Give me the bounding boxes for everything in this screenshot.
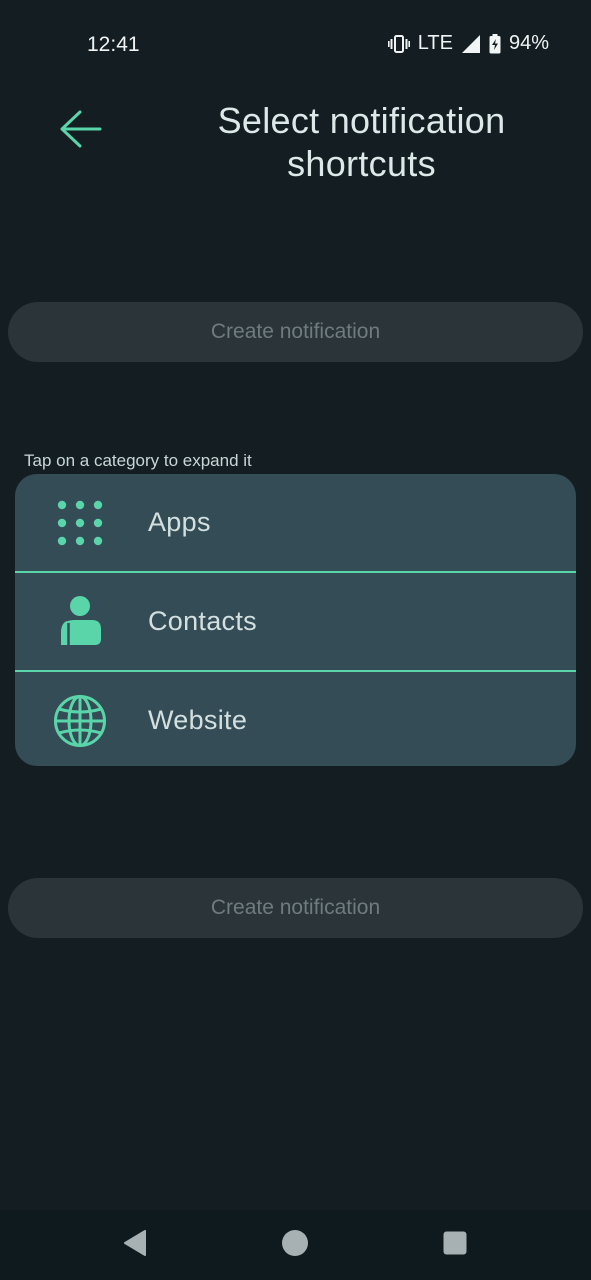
status-time: 12:41 <box>87 33 140 56</box>
create-notification-button-bottom[interactable]: Create notification <box>8 878 583 938</box>
status-icons: LTE 94% <box>387 32 549 55</box>
back-button[interactable] <box>52 107 108 155</box>
category-label-apps: Apps <box>148 507 211 537</box>
apps-grid-icon <box>53 496 107 550</box>
category-item-website[interactable]: Website <box>15 670 576 766</box>
globe-icon <box>53 694 107 748</box>
create-notification-button[interactable]: Create notification <box>8 302 583 362</box>
battery-percent: 94% <box>508 32 549 54</box>
nav-recents-button[interactable] <box>440 1230 470 1260</box>
nav-home-button[interactable] <box>280 1229 310 1262</box>
system-nav-bar <box>0 1210 591 1280</box>
arrow-left-icon <box>58 109 102 154</box>
network-type: LTE <box>417 32 453 54</box>
vibrate-icon <box>387 34 410 54</box>
status-bar: 12:41 LTE 94% <box>0 0 591 90</box>
category-label-website: Website <box>148 705 248 735</box>
recents-square-icon <box>442 1230 468 1261</box>
page-title: Select notification shortcuts <box>217 100 506 184</box>
person-icon <box>53 595 107 649</box>
battery-charging-icon <box>489 33 501 54</box>
nav-back-button[interactable] <box>120 1229 150 1261</box>
back-triangle-icon <box>122 1229 148 1261</box>
app-header: Select notification shortcuts <box>0 95 591 205</box>
category-label-contacts: Contacts <box>148 606 257 636</box>
category-item-apps[interactable]: Apps <box>15 474 576 571</box>
category-hint: Tap on a category to expand it <box>24 451 252 470</box>
category-list: Apps Contacts Website <box>15 474 576 766</box>
signal-icon <box>461 34 481 54</box>
category-item-contacts[interactable]: Contacts <box>15 571 576 670</box>
home-circle-icon <box>281 1229 309 1262</box>
